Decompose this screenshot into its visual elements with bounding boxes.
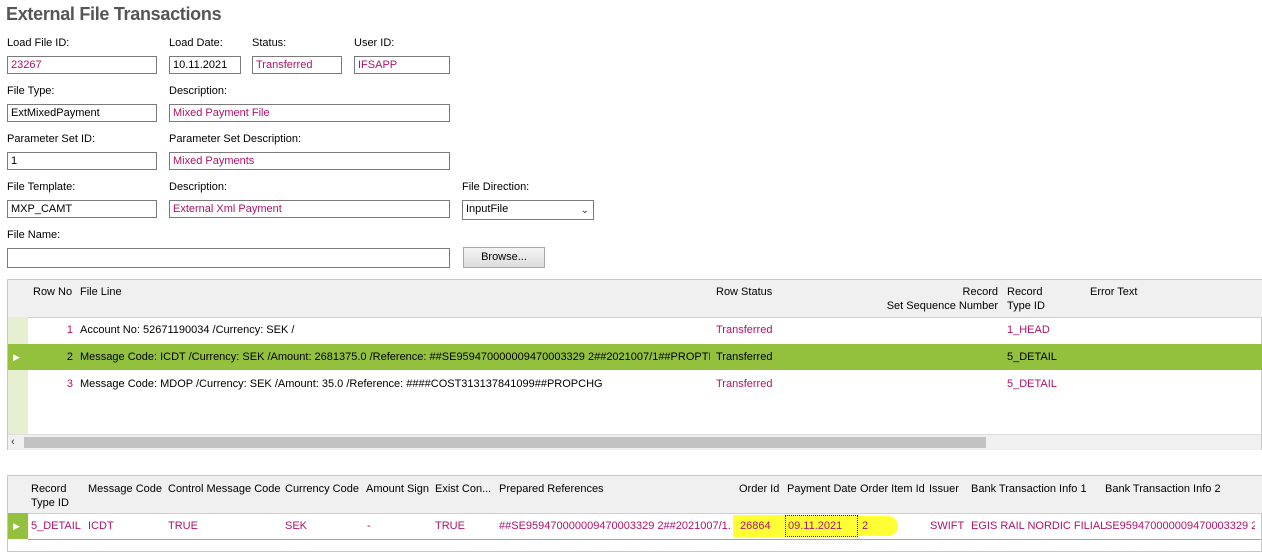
page-title: External File Transactions — [6, 4, 222, 24]
order-id: 26864 — [740, 520, 771, 532]
bank-info-1: EGIS RAIL NORDIC FILIAL — [971, 520, 1107, 532]
col-row-status[interactable]: Row Status — [716, 285, 772, 299]
row-pointer-icon: ▶ — [13, 521, 20, 531]
col-record-set-seq[interactable]: Record Set Sequence Number — [878, 285, 998, 313]
file-direction-select[interactable]: InputFile ⌄ — [462, 200, 594, 220]
parameter-set-id-field[interactable]: 1 — [7, 152, 157, 170]
payment-date: 09.11.2021 — [788, 520, 843, 532]
col-record-line1: Record — [31, 483, 67, 495]
row-no: 2 — [66, 351, 73, 363]
file-direction-value: InputFile — [466, 203, 509, 215]
col-record-line2: Type ID — [31, 497, 69, 509]
table-row-selected[interactable]: ▶ 2 Message Code: ICDT /Currency: SEK /A… — [8, 344, 1262, 370]
load-date-field[interactable]: 10.11.2021 — [169, 56, 241, 74]
col-issuer[interactable]: Issuer — [929, 482, 959, 496]
col-error-text[interactable]: Error Text — [1090, 285, 1137, 299]
table-row[interactable]: 5_DETAIL ICDT TRUE SEK - TRUE ##SE959470… — [28, 513, 1261, 540]
col-record-type-line1: Record — [1007, 286, 1043, 298]
scroll-left-icon[interactable]: ‹ — [11, 435, 15, 450]
col-order-id[interactable]: Order Id — [739, 482, 779, 496]
col-prepared-references[interactable]: Prepared References — [499, 482, 604, 496]
col-message-code[interactable]: Message Code — [88, 482, 162, 496]
parameter-set-id-label: Parameter Set ID: — [7, 133, 96, 145]
table-row[interactable]: 3 Message Code: MDOP /Currency: SEK /Amo… — [8, 371, 1262, 397]
row-no: 3 — [66, 378, 73, 390]
table-row[interactable]: 1 Account No: 52671190034 /Currency: SEK… — [8, 317, 1262, 343]
record-type-id: 5_DETAIL — [1007, 351, 1057, 363]
prepared-references: ##SE959470000009470003329 2##2021007/1..… — [499, 520, 732, 532]
issuer: SWIFT — [930, 520, 965, 532]
parameter-set-description-label: Parameter Set Description: — [169, 133, 302, 145]
col-control-message-code[interactable]: Control Message Code — [168, 482, 281, 496]
file-line: Message Code: MDOP /Currency: SEK /Amoun… — [80, 378, 603, 390]
horizontal-scrollbar[interactable]: ‹ — [8, 434, 1261, 450]
file-type-label: File Type: — [7, 85, 55, 97]
user-id-field[interactable]: IFSAPP — [354, 56, 450, 74]
scrollbar-thumb[interactable] — [24, 437, 986, 448]
transaction-detail-grid: Record Type ID Message Code Control Mess… — [7, 475, 1262, 552]
load-file-id-label: Load File ID: — [7, 37, 70, 49]
record-type-id: 5_DETAIL — [1007, 378, 1057, 390]
load-date-label: Load Date: — [169, 37, 223, 49]
row-no: 1 — [66, 324, 73, 336]
message-code: ICDT — [88, 520, 114, 532]
file-name-field[interactable] — [7, 248, 450, 268]
control-message-code: TRUE — [168, 520, 198, 532]
file-line: Account No: 52671190034 /Currency: SEK / — [80, 324, 295, 336]
row-status: Transferred — [716, 324, 773, 336]
record-type-id: 1_HEAD — [1007, 324, 1050, 336]
row-pointer-icon: ▶ — [13, 352, 20, 362]
col-amount-sign[interactable]: Amount Sign — [366, 482, 429, 496]
col-row-no[interactable]: Row No — [33, 285, 72, 299]
file-template-field[interactable]: MXP_CAMT — [7, 200, 157, 218]
currency-code: SEK — [285, 520, 308, 532]
col-record-set-seq-line1: Record — [962, 286, 998, 298]
file-type-description-field[interactable]: Mixed Payment File — [169, 104, 450, 122]
load-file-id-field[interactable]: 23267 — [7, 56, 157, 74]
grid-header — [8, 280, 1262, 318]
exist-con: TRUE — [435, 520, 465, 532]
parameter-set-description-field[interactable]: Mixed Payments — [169, 152, 450, 170]
user-id-label: User ID: — [354, 37, 395, 49]
col-record-type[interactable]: Record Type ID — [31, 482, 69, 510]
col-record-type-id[interactable]: Record Type ID — [1007, 285, 1045, 313]
file-line: Message Code: ICDT /Currency: SEK /Amoun… — [80, 351, 710, 363]
row-status: Transferred — [716, 351, 773, 363]
col-record-type-line2: Type ID — [1007, 300, 1045, 312]
file-type-field[interactable]: ExtMixedPayment — [7, 104, 157, 122]
chevron-down-icon: ⌄ — [580, 205, 589, 216]
order-item-id: 2 — [862, 520, 869, 532]
file-lines-grid: Row No File Line Row Status Record Set S… — [7, 279, 1262, 450]
file-type-description-label: Description: — [169, 85, 228, 97]
amount-sign: - — [367, 520, 371, 532]
template-description-label: Description: — [169, 181, 228, 193]
col-currency-code[interactable]: Currency Code — [285, 482, 359, 496]
col-file-line[interactable]: File Line — [80, 285, 122, 299]
bank-info-2: SE959470000009470003329 2 — [1105, 520, 1255, 532]
col-record-set-seq-line2: Set Sequence Number — [886, 300, 998, 312]
template-description-field[interactable]: External Xml Payment — [169, 200, 450, 218]
col-order-item-id[interactable]: Order Item Id — [860, 482, 925, 496]
col-bank-info-2[interactable]: Bank Transaction Info 2 — [1105, 482, 1221, 496]
col-payment-date[interactable]: Payment Date — [787, 482, 857, 496]
col-exist-con[interactable]: Exist Con... — [435, 482, 491, 496]
row-indicator: ▶ — [8, 513, 28, 539]
file-direction-label: File Direction: — [462, 181, 530, 193]
status-field[interactable]: Transferred — [252, 56, 342, 74]
status-label: Status: — [252, 37, 287, 49]
file-name-label: File Name: — [7, 229, 61, 241]
browse-button[interactable]: Browse... — [463, 247, 545, 268]
file-template-label: File Template: — [7, 181, 76, 193]
col-bank-info-1[interactable]: Bank Transaction Info 1 — [971, 482, 1087, 496]
record-type: 5_DETAIL — [31, 520, 81, 532]
row-status: Transferred — [716, 378, 773, 390]
